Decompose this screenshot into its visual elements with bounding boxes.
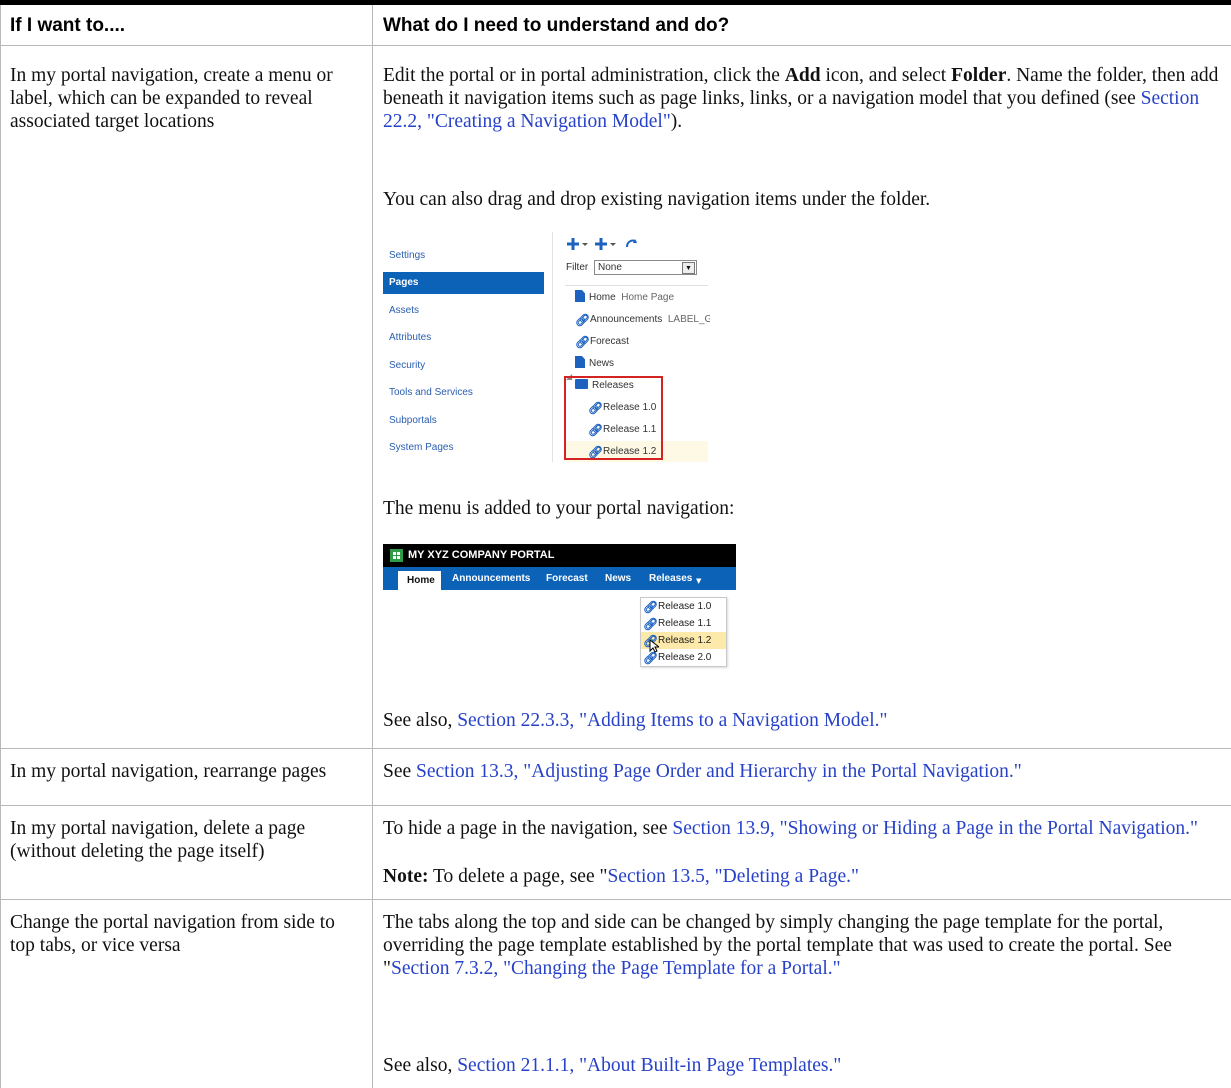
- column-header-want: If I want to....: [10, 15, 126, 36]
- row1-want: In my portal navigation, create a menu o…: [10, 65, 333, 132]
- link-changing-page-template[interactable]: Section 7.3.2, "Changing the Page Templa…: [391, 958, 841, 979]
- portal-tab-bar: Home Announcements Forecast News Release…: [383, 567, 736, 590]
- row2-want: In my portal navigation, rearrange pages: [10, 761, 327, 782]
- sidebar-item-tools[interactable]: Tools and Services: [383, 382, 544, 404]
- add-page-icon[interactable]: [567, 238, 588, 250]
- link-built-in-templates[interactable]: Section 21.1.1, "About Built-in Page Tem…: [457, 1055, 841, 1076]
- portal-logo-icon: [390, 549, 403, 562]
- tab-releases[interactable]: Releases: [649, 567, 692, 590]
- filter-value: None: [598, 262, 622, 273]
- tree-item-forecast[interactable]: 🔗︎Forecast: [575, 333, 629, 351]
- link-deleting-page[interactable]: Section 13.5, "Deleting a Page.": [607, 866, 859, 887]
- sidebar-item-assets[interactable]: Assets: [383, 300, 544, 322]
- note-label: Note:: [383, 866, 429, 887]
- column-divider: [372, 5, 373, 1088]
- link-icon: 🔗︎: [575, 335, 591, 349]
- row1-paragraph-1: Edit the portal or in portal administrat…: [383, 65, 1219, 132]
- add-item-icon[interactable]: [595, 238, 616, 250]
- mouse-cursor-icon: [649, 639, 659, 653]
- row-divider-3: [0, 899, 1231, 900]
- page-icon: [575, 356, 585, 368]
- add-keyword: Add: [784, 65, 821, 86]
- folder-highlight-box: [564, 376, 663, 460]
- row1-paragraph-2: You can also drag and drop existing navi…: [383, 189, 931, 210]
- header-divider: [0, 45, 1231, 46]
- menu-item-release-1-1[interactable]: 🔗︎Release 1.1: [643, 615, 711, 632]
- chevron-down-icon: ▼: [696, 577, 702, 585]
- sidebar-item-subportals[interactable]: Subportals: [383, 410, 544, 432]
- releases-dropdown-menu: 🔗︎Release 1.0 🔗︎Release 1.1 🔗︎Release 1.…: [640, 597, 727, 667]
- refresh-icon[interactable]: [626, 239, 637, 248]
- row1-paragraph-4: See also, Section 22.3.3, "Adding Items …: [383, 710, 888, 731]
- tree-item-home[interactable]: Home Home Page: [575, 289, 674, 307]
- link-icon: 🔗︎: [643, 617, 659, 631]
- menu-item-release-1-0[interactable]: 🔗︎Release 1.0: [643, 598, 711, 615]
- tree-item-news[interactable]: News: [575, 355, 614, 373]
- row4-paragraph-2: See also, Section 21.1.1, "About Built-i…: [383, 1055, 842, 1076]
- sidebar-item-security[interactable]: Security: [383, 355, 544, 377]
- link-showing-hiding-page[interactable]: Section 13.9, "Showing or Hiding a Page …: [672, 818, 1198, 839]
- sidebar-item-settings[interactable]: Settings: [383, 245, 544, 267]
- row3-paragraph-2: Note: To delete a page, see "Section 13.…: [383, 866, 859, 887]
- link-adding-items[interactable]: Section 22.3.3, "Adding Items to a Navig…: [457, 710, 887, 731]
- chevron-down-icon: ▼: [682, 262, 695, 274]
- table-top-rule: [0, 0, 1231, 5]
- sidebar-item-pages[interactable]: Pages: [383, 272, 544, 294]
- row2-do: See Section 13.3, "Adjusting Page Order …: [383, 761, 1022, 782]
- portal-banner: MY XYZ COMPANY PORTAL: [383, 544, 736, 567]
- folder-keyword: Folder: [951, 65, 1007, 86]
- page-icon: [575, 290, 585, 302]
- tab-announcements[interactable]: Announcements: [452, 567, 530, 590]
- row4-paragraph-1: The tabs along the top and side can be c…: [383, 912, 1172, 979]
- filter-select[interactable]: None ▼: [594, 260, 697, 275]
- row3-paragraph-1: To hide a page in the navigation, see Se…: [383, 818, 1198, 839]
- filter-label: Filter: [566, 262, 589, 273]
- row-divider-1: [0, 748, 1231, 749]
- link-icon: 🔗︎: [575, 313, 591, 327]
- admin-toolbar: [567, 238, 637, 250]
- tree-top-rule: [565, 285, 708, 286]
- tab-news[interactable]: News: [605, 567, 631, 590]
- tree-item-announcements[interactable]: 🔗︎Announcements LABEL_G: [575, 311, 710, 329]
- column-header-do: What do I need to understand and do?: [383, 15, 730, 36]
- sidebar-item-attributes[interactable]: Attributes: [383, 327, 544, 349]
- row4-want: Change the portal navigation from side t…: [10, 912, 335, 956]
- sidebar-item-system-pages[interactable]: System Pages: [383, 437, 544, 459]
- admin-split: [552, 232, 553, 462]
- portal-title: MY XYZ COMPANY PORTAL: [408, 549, 555, 561]
- row1-paragraph-3: The menu is added to your portal navigat…: [383, 498, 735, 519]
- tab-home[interactable]: Home: [407, 571, 435, 590]
- table-left-border: [0, 5, 1, 1088]
- row-divider-2: [0, 805, 1231, 806]
- link-adjusting-page-order[interactable]: Section 13.3, "Adjusting Page Order and …: [416, 761, 1022, 782]
- link-icon: 🔗︎: [643, 651, 659, 665]
- tab-forecast[interactable]: Forecast: [546, 567, 588, 590]
- row3-want: In my portal navigation, delete a page (…: [10, 818, 306, 862]
- link-icon: 🔗︎: [643, 600, 659, 614]
